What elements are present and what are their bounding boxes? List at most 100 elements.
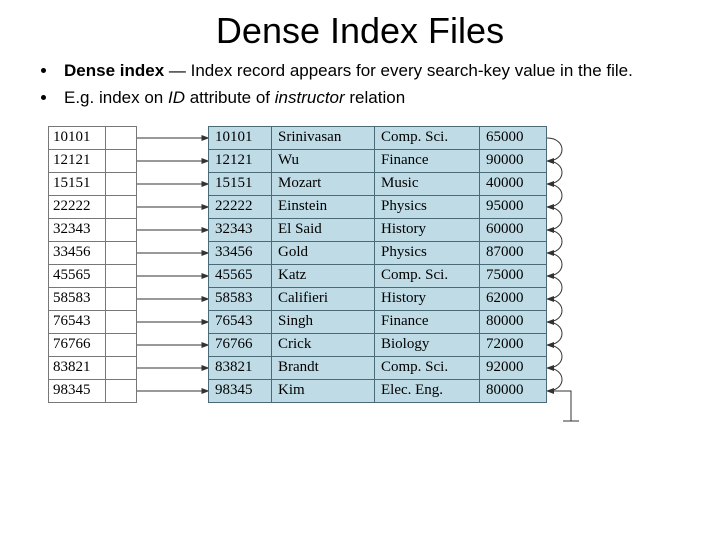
- bullet-em: instructor: [275, 88, 345, 107]
- chain-arrow: [547, 322, 562, 345]
- index-pointer-cell: [106, 149, 137, 172]
- index-pointer-cell: [106, 333, 137, 356]
- data-cell-name: Wu: [272, 149, 375, 172]
- data-cell-id: 76766: [209, 333, 272, 356]
- index-pointer-cell: [106, 287, 137, 310]
- data-row: 76543SinghFinance80000: [209, 310, 547, 333]
- data-cell-name: Crick: [272, 333, 375, 356]
- data-cell-salary: 60000: [480, 218, 547, 241]
- data-cell-dept: Comp. Sci.: [375, 264, 480, 287]
- index-pointer-cell: [106, 356, 137, 379]
- index-row: 76543: [49, 310, 137, 333]
- data-cell-name: Srinivasan: [272, 126, 375, 149]
- chain-arrow: [547, 138, 562, 161]
- index-row: 15151: [49, 172, 137, 195]
- page-title: Dense Index Files: [20, 10, 700, 52]
- data-cell-salary: 95000: [480, 195, 547, 218]
- chain-arrow: [547, 161, 562, 184]
- data-cell-name: Califieri: [272, 287, 375, 310]
- index-pointer-cell: [106, 241, 137, 264]
- data-row: 83821BrandtComp. Sci.92000: [209, 356, 547, 379]
- chain-arrow: [547, 345, 562, 368]
- data-row: 10101SrinivasanComp. Sci.65000: [209, 126, 547, 149]
- index-table: 1010112121151512222232343334564556558583…: [48, 126, 137, 403]
- slide: Dense Index Files Dense index — Index re…: [0, 0, 720, 540]
- chain-arrow: [547, 368, 562, 391]
- bullet-text: — Index record appears for every search-…: [164, 61, 633, 80]
- data-row: 12121WuFinance90000: [209, 149, 547, 172]
- bullet-lead: Dense index: [64, 61, 164, 80]
- data-cell-salary: 72000: [480, 333, 547, 356]
- chain-arrow: [547, 230, 562, 253]
- data-cell-dept: Music: [375, 172, 480, 195]
- data-cell-salary: 40000: [480, 172, 547, 195]
- chain-arrow: [547, 253, 562, 276]
- index-row: 33456: [49, 241, 137, 264]
- index-row: 45565: [49, 264, 137, 287]
- data-cell-name: El Said: [272, 218, 375, 241]
- index-row: 83821: [49, 356, 137, 379]
- index-key-cell: 22222: [49, 195, 106, 218]
- index-key-cell: 83821: [49, 356, 106, 379]
- bullet-item: E.g. index on ID attribute of instructor…: [58, 87, 700, 110]
- index-pointer-cell: [106, 195, 137, 218]
- data-cell-id: 45565: [209, 264, 272, 287]
- dense-index-diagram: 1010112121151512222232343334564556558583…: [40, 126, 680, 456]
- data-cell-dept: History: [375, 218, 480, 241]
- data-cell-id: 12121: [209, 149, 272, 172]
- data-cell-dept: Comp. Sci.: [375, 126, 480, 149]
- data-cell-dept: Biology: [375, 333, 480, 356]
- index-key-cell: 10101: [49, 126, 106, 149]
- data-row: 15151MozartMusic40000: [209, 172, 547, 195]
- index-pointer-cell: [106, 218, 137, 241]
- data-cell-salary: 65000: [480, 126, 547, 149]
- data-row: 76766CrickBiology72000: [209, 333, 547, 356]
- data-cell-salary: 87000: [480, 241, 547, 264]
- chain-arrow: [547, 276, 562, 299]
- data-cell-name: Brandt: [272, 356, 375, 379]
- data-cell-dept: History: [375, 287, 480, 310]
- index-key-cell: 58583: [49, 287, 106, 310]
- data-cell-id: 32343: [209, 218, 272, 241]
- data-row: 33456GoldPhysics87000: [209, 241, 547, 264]
- data-cell-name: Gold: [272, 241, 375, 264]
- data-cell-id: 33456: [209, 241, 272, 264]
- index-row: 58583: [49, 287, 137, 310]
- index-pointer-cell: [106, 264, 137, 287]
- index-pointer-cell: [106, 310, 137, 333]
- data-row: 58583CalifieriHistory62000: [209, 287, 547, 310]
- data-cell-salary: 75000: [480, 264, 547, 287]
- data-cell-dept: Finance: [375, 310, 480, 333]
- data-cell-name: Mozart: [272, 172, 375, 195]
- data-row: 32343El SaidHistory60000: [209, 218, 547, 241]
- index-key-cell: 12121: [49, 149, 106, 172]
- index-row: 22222: [49, 195, 137, 218]
- index-pointer-cell: [106, 126, 137, 149]
- index-row: 98345: [49, 379, 137, 402]
- bullet-text: relation: [345, 88, 405, 107]
- index-key-cell: 76766: [49, 333, 106, 356]
- data-cell-id: 83821: [209, 356, 272, 379]
- data-row: 22222EinsteinPhysics95000: [209, 195, 547, 218]
- data-cell-dept: Physics: [375, 195, 480, 218]
- index-key-cell: 76543: [49, 310, 106, 333]
- data-cell-salary: 80000: [480, 379, 547, 402]
- data-cell-id: 10101: [209, 126, 272, 149]
- index-key-cell: 32343: [49, 218, 106, 241]
- bullet-list: Dense index — Index record appears for e…: [20, 60, 700, 110]
- data-cell-dept: Physics: [375, 241, 480, 264]
- data-row: 45565KatzComp. Sci.75000: [209, 264, 547, 287]
- bullet-item: Dense index — Index record appears for e…: [58, 60, 700, 83]
- data-cell-id: 22222: [209, 195, 272, 218]
- index-row: 32343: [49, 218, 137, 241]
- data-row: 98345KimElec. Eng.80000: [209, 379, 547, 402]
- index-key-cell: 98345: [49, 379, 106, 402]
- chain-arrow: [547, 207, 562, 230]
- data-table: 10101SrinivasanComp. Sci.6500012121WuFin…: [208, 126, 547, 403]
- data-cell-id: 15151: [209, 172, 272, 195]
- data-cell-id: 76543: [209, 310, 272, 333]
- bullet-text: attribute of: [185, 88, 275, 107]
- bullet-text: E.g. index on: [64, 88, 168, 107]
- index-key-cell: 45565: [49, 264, 106, 287]
- data-cell-salary: 92000: [480, 356, 547, 379]
